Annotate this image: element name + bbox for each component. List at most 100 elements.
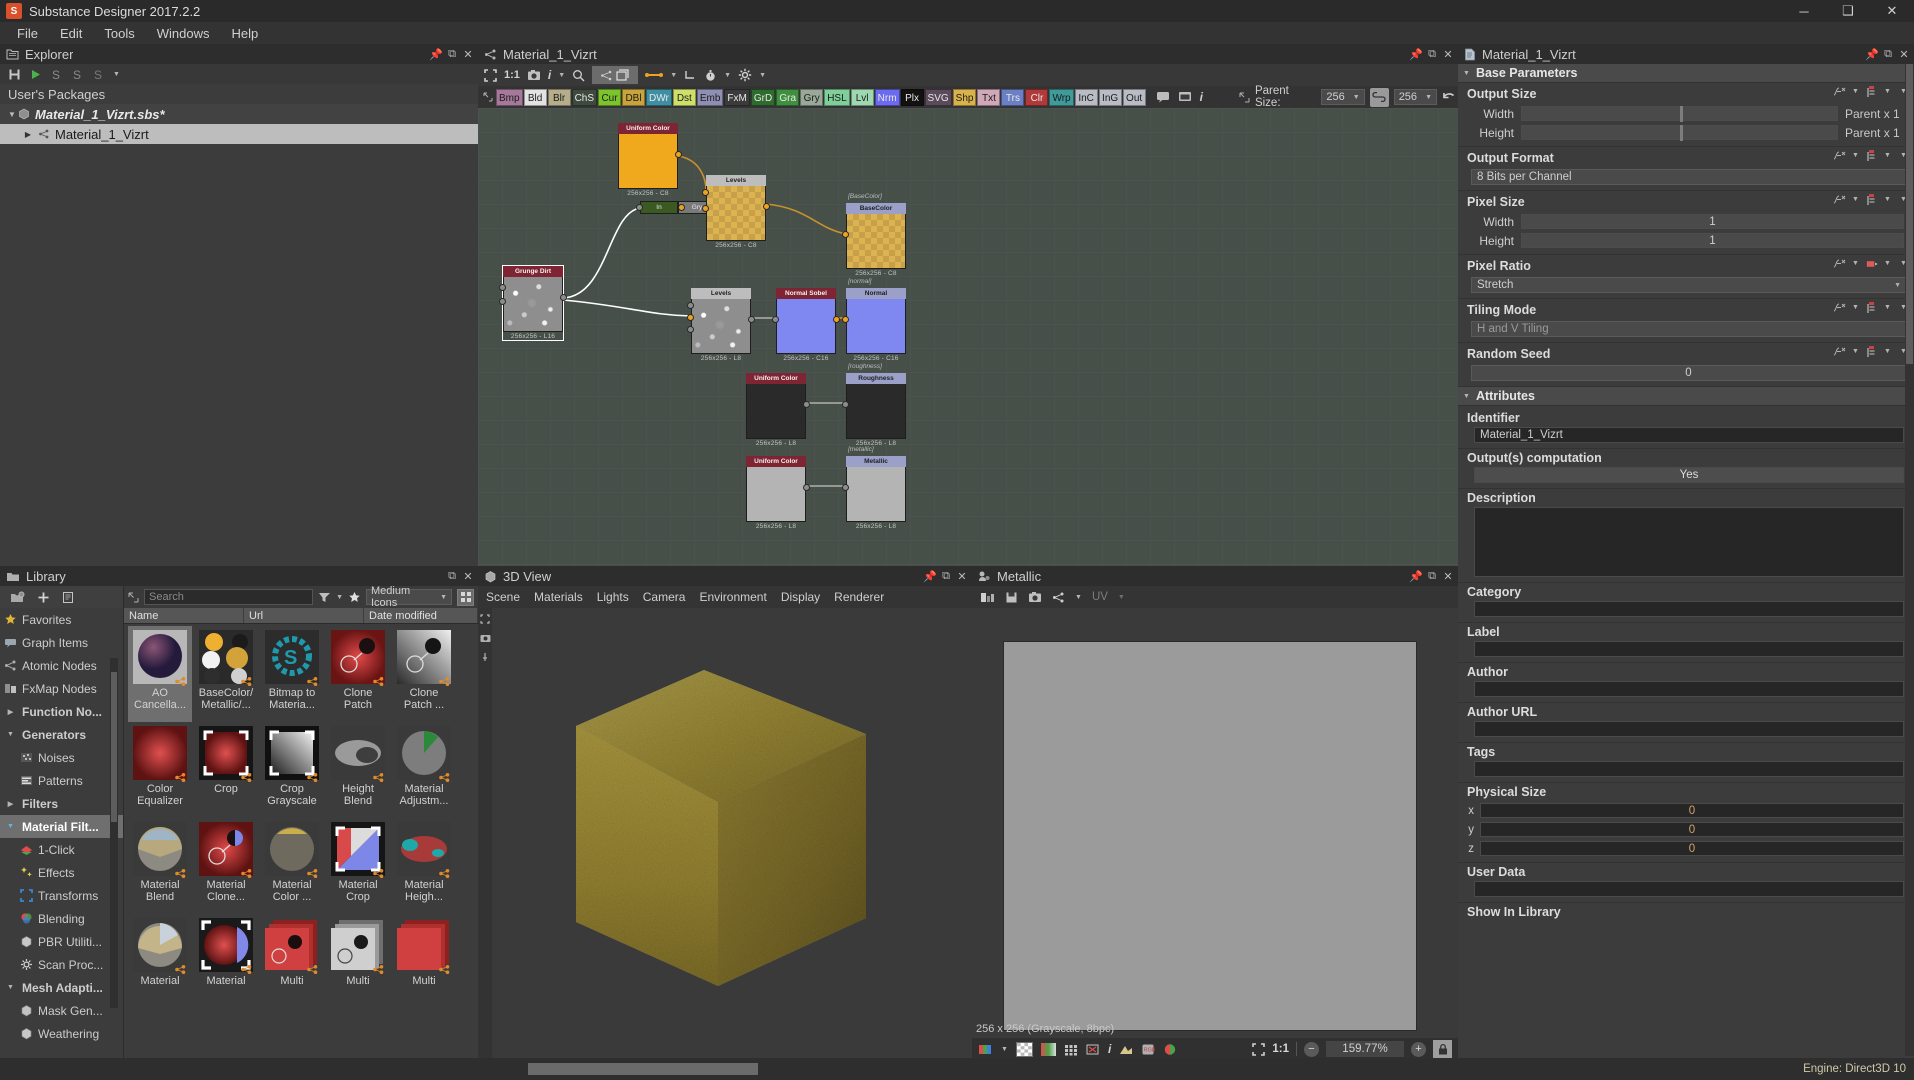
tree-root-users-packages[interactable]: User's Packages <box>0 84 478 104</box>
library-item[interactable]: ClonePatch ... <box>392 626 456 722</box>
menu-scene[interactable]: Scene <box>486 590 520 604</box>
node-tag-bmp[interactable]: Bmp <box>496 89 523 106</box>
column-url[interactable]: Url <box>244 608 364 623</box>
fit-view-icon[interactable] <box>484 69 497 82</box>
close-button[interactable]: ✕ <box>1870 0 1914 22</box>
chevron-down-icon[interactable]: ▼ <box>759 72 766 79</box>
node-tag-cur[interactable]: Cur <box>598 89 621 106</box>
library-item[interactable]: CropGrayscale <box>260 722 324 818</box>
node-tag-trs[interactable]: Trs <box>1001 89 1024 106</box>
library-item[interactable]: SBitmap toMateria... <box>260 626 324 722</box>
identifier-input[interactable]: Material_1_Vizrt <box>1474 427 1904 443</box>
save-icon[interactable] <box>8 68 21 81</box>
chevron-down-icon[interactable]: ▼ <box>336 594 343 601</box>
tree-item-package[interactable]: ▼ Material_1_Vizrt.sbs* <box>0 104 478 124</box>
minimize-button[interactable]: ─ <box>1782 0 1826 22</box>
category-function-nodes[interactable]: ▶ Function No... <box>0 700 123 723</box>
category-one-click[interactable]: 1-Click <box>0 838 123 861</box>
expose-icon[interactable] <box>1865 149 1878 162</box>
category-patterns[interactable]: Patterns <box>0 769 123 792</box>
view-mode-select[interactable]: Medium Icons ▼ <box>366 589 452 605</box>
chevron-down-icon[interactable]: ▼ <box>4 823 17 830</box>
library-item[interactable]: Multi <box>392 914 456 1010</box>
elbow-link-icon[interactable] <box>684 69 697 82</box>
pin-icon[interactable]: 📌 <box>1864 45 1880 63</box>
expand-toolbar-icon[interactable] <box>480 92 496 102</box>
node-levels-2[interactable]: Levels 256x256 - L8 <box>691 288 751 362</box>
metallic-image[interactable] <box>1003 641 1417 1031</box>
physical-size-x-input[interactable]: 0 <box>1480 803 1904 818</box>
library-item[interactable]: MaterialBlend <box>128 818 192 914</box>
node-tag-txt[interactable]: Txt <box>977 89 1000 106</box>
properties-scroll-area[interactable]: ▼ Base Parameters ▼ ▼ ▼ Output Size Widt… <box>1458 64 1914 1056</box>
ratio-label[interactable]: 1:1 <box>1272 1043 1289 1055</box>
screenshot-icon[interactable] <box>1028 591 1042 603</box>
node-grunge-dirt[interactable]: Grunge Dirt 256x256 - L16 <box>503 266 563 340</box>
category-weathering[interactable]: Weathering <box>0 1022 123 1045</box>
edit-list-icon[interactable] <box>62 591 75 604</box>
plus-icon[interactable] <box>37 591 50 604</box>
timer-icon[interactable] <box>704 69 717 82</box>
node-tag-wrp[interactable]: Wrp <box>1049 89 1073 106</box>
category-blending[interactable]: Blending <box>0 907 123 930</box>
author-url-input[interactable] <box>1474 721 1904 737</box>
chevron-right-icon[interactable]: ▶ <box>4 708 17 716</box>
scrollbar-thumb[interactable] <box>1906 64 1913 364</box>
node-tag-gra[interactable]: Gra <box>776 89 799 106</box>
close-icon[interactable]: ✕ <box>1440 567 1456 585</box>
function-icon[interactable] <box>1833 85 1846 98</box>
physical-size-y-input[interactable]: 0 <box>1480 822 1904 837</box>
share-icon[interactable] <box>1052 591 1065 604</box>
category-mesh-adaptive[interactable]: ▼ Mesh Adapti... <box>0 976 123 999</box>
float-icon[interactable]: ⧉ <box>1424 45 1440 63</box>
filter-icon[interactable] <box>318 592 331 603</box>
view2d-canvas[interactable]: 256 x 256 (Grayscale, 8bpc) <box>972 608 1458 1038</box>
frame-icon[interactable] <box>1178 91 1192 103</box>
comment-icon[interactable] <box>1156 91 1170 103</box>
library-item[interactable]: ClonePatch <box>326 626 390 722</box>
info-icon[interactable]: i <box>548 68 551 82</box>
node-mid-pin[interactable] <box>678 204 685 211</box>
alpha-icon[interactable] <box>1016 1042 1033 1057</box>
node-tag-nrm[interactable]: Nrm <box>875 89 900 106</box>
node-input-pin-1[interactable] <box>702 189 709 196</box>
chevron-down-icon[interactable]: ▼ <box>1849 193 1862 206</box>
node-tag-grd[interactable]: GrD <box>751 89 775 106</box>
node-tag-clr[interactable]: Clr <box>1025 89 1048 106</box>
undo-icon[interactable] <box>1442 91 1456 103</box>
node-tag-ing[interactable]: InG <box>1099 89 1122 106</box>
function-icon[interactable] <box>1833 301 1846 314</box>
tree-item-graph[interactable]: ▶ Material_1_Vizrt <box>0 124 478 144</box>
colorwheel-icon[interactable] <box>1163 1043 1177 1056</box>
chevron-down-icon[interactable]: ▼ <box>1881 345 1894 358</box>
link-icon[interactable] <box>645 70 663 80</box>
node-uniform-color-1[interactable]: Uniform Color 256x256 - C8 <box>618 123 678 197</box>
node-tag-shp[interactable]: Shp <box>953 89 977 106</box>
expose-icon[interactable] <box>1865 193 1878 206</box>
column-date-modified[interactable]: Date modified <box>364 608 478 623</box>
node-output-pin[interactable] <box>675 151 682 158</box>
author-input[interactable] <box>1474 681 1904 697</box>
node-input-pin-3[interactable] <box>687 326 694 333</box>
node-tag-svg[interactable]: SVG <box>925 89 952 106</box>
sbs-icon-1[interactable]: S <box>50 68 63 81</box>
output-size-width-slider[interactable] <box>1521 106 1838 121</box>
chevron-down-icon[interactable]: ▼ <box>1881 85 1894 98</box>
menu-lights[interactable]: Lights <box>597 590 629 604</box>
output-computation-button[interactable]: Yes <box>1474 467 1904 483</box>
node-output-pin[interactable] <box>748 316 755 323</box>
run-icon[interactable] <box>29 68 42 81</box>
info-icon[interactable]: i <box>1108 1042 1111 1056</box>
cube-preview[interactable] <box>570 668 870 988</box>
gradient-icon[interactable] <box>1041 1043 1056 1056</box>
pin-icon[interactable]: 📌 <box>1408 567 1424 585</box>
library-item[interactable]: MaterialCrop <box>326 818 390 914</box>
node-input-pin[interactable] <box>842 484 849 491</box>
close-icon[interactable]: ✕ <box>1440 45 1456 63</box>
physical-size-z-input[interactable]: 0 <box>1480 841 1904 856</box>
node-output-pin[interactable] <box>763 203 770 210</box>
function-icon[interactable] <box>1833 345 1846 358</box>
chevron-down-icon[interactable]: ▼ <box>1881 149 1894 162</box>
tags-input[interactable] <box>1474 761 1904 777</box>
chevron-down-icon[interactable]: ▼ <box>113 71 120 78</box>
